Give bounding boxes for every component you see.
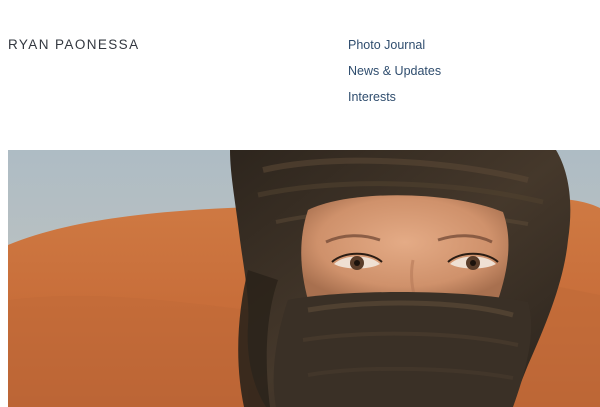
nav-item-photo-journal: Photo Journal	[348, 37, 441, 63]
nav-link-photo-journal[interactable]: Photo Journal	[348, 38, 425, 52]
nav-link-news-updates[interactable]: News & Updates	[348, 64, 441, 78]
page: RYAN PAONESSA Photo Journal News & Updat…	[0, 0, 600, 407]
hero-image	[8, 150, 600, 407]
nav-link-interests[interactable]: Interests	[348, 90, 396, 104]
main-nav: Photo Journal News & Updates Interests	[348, 37, 441, 115]
nav-item-news-updates: News & Updates	[348, 63, 441, 89]
nav-item-interests: Interests	[348, 89, 441, 115]
portrait-photo	[8, 150, 600, 407]
site-title[interactable]: RYAN PAONESSA	[8, 37, 140, 53]
face	[301, 195, 509, 300]
